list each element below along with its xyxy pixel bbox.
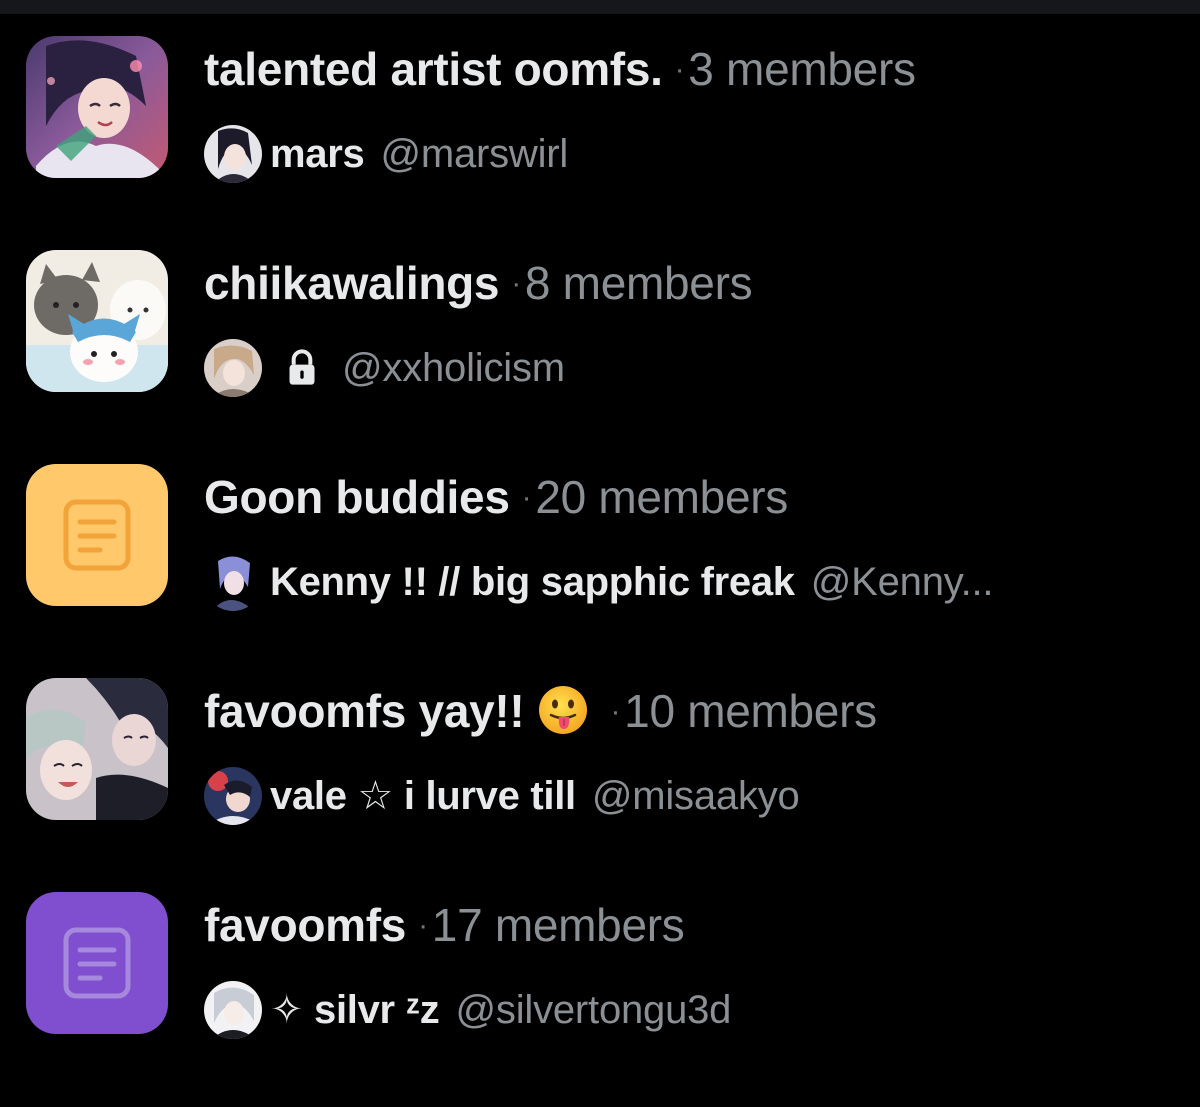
owner-name: vale ☆ i lurve till — [270, 774, 576, 818]
owner-handle: @silvertongu3d — [455, 987, 732, 1032]
list-thumbnail — [26, 250, 168, 392]
document-icon — [63, 927, 131, 999]
member-count[interactable]: 10 members — [624, 685, 877, 737]
tongue-out-face-emoji — [539, 686, 588, 734]
anime-art-thumbnail — [26, 36, 168, 178]
avatar[interactable] — [204, 125, 262, 183]
separator-dot: · — [511, 267, 521, 300]
lock-icon — [289, 349, 315, 385]
list-item[interactable]: favoomfs ·17 members ✧ silvr ᶻz @silverto… — [0, 892, 1200, 1082]
list-name[interactable]: talented artist oomfs. — [204, 43, 663, 95]
member-count[interactable]: 20 members — [535, 471, 788, 523]
list-item[interactable]: favoomfs yay!! ·10 members vale ☆ i lurv… — [0, 678, 1200, 868]
list-title-line: Goon buddies ·20 members — [204, 466, 788, 535]
separator-dot: · — [674, 53, 685, 86]
list-owner[interactable]: ✧ silvr ᶻz @silvertongu3d — [204, 980, 731, 1040]
list-thumbnail — [26, 892, 168, 1034]
list-thumbnail — [26, 464, 168, 606]
separator-dot: · — [521, 481, 532, 514]
list-owner[interactable]: @xxholicism — [204, 338, 565, 398]
avatar[interactable] — [204, 339, 262, 397]
owner-handle: @Kenny... — [810, 559, 994, 604]
anime-characters-thumbnail — [26, 678, 168, 820]
list-item[interactable]: chiikawalings ·8 members @xxholicism — [0, 250, 1200, 440]
separator-dot: · — [418, 909, 428, 942]
member-count[interactable]: 8 members — [525, 257, 753, 309]
owner-name: mars — [270, 131, 365, 176]
owner-name: Kenny !! // big sapphic freak — [270, 559, 795, 604]
list-name[interactable]: favoomfs yay!! — [204, 685, 525, 737]
list-title-line: favoomfs ·17 members — [204, 894, 685, 963]
member-count[interactable]: 3 members — [688, 43, 916, 95]
top-edge-bar — [0, 0, 1200, 14]
list-title-line: favoomfs yay!! ·10 members — [204, 680, 877, 749]
separator-dot: · — [610, 695, 621, 728]
list-thumbnail — [26, 36, 168, 178]
list-thumbnail — [26, 678, 168, 820]
plush-toys-thumbnail — [26, 250, 168, 392]
list-owner[interactable]: mars @marswirl — [204, 124, 568, 184]
list-item[interactable]: Goon buddies ·20 members Kenny !! // big … — [0, 464, 1200, 654]
avatar[interactable] — [204, 553, 262, 611]
list-owner[interactable]: Kenny !! // big sapphic freak @Kenny... — [204, 552, 994, 612]
owner-handle: @marswirl — [380, 131, 569, 176]
document-icon — [63, 499, 131, 571]
list-item[interactable]: talented artist oomfs. ·3 members mars @m… — [0, 36, 1200, 226]
list-name[interactable]: Goon buddies — [204, 471, 510, 523]
list-title-line: talented artist oomfs. ·3 members — [204, 38, 916, 107]
list-title-line: chiikawalings ·8 members — [204, 252, 753, 321]
list-name[interactable]: chiikawalings — [204, 257, 500, 309]
member-count[interactable]: 17 members — [432, 899, 685, 951]
owner-name: ✧ silvr ᶻz — [270, 988, 440, 1032]
owner-handle: @misaakyo — [591, 773, 800, 818]
avatar[interactable] — [204, 767, 262, 825]
avatar[interactable] — [204, 981, 262, 1039]
list-owner[interactable]: vale ☆ i lurve till @misaakyo — [204, 766, 800, 826]
list-name[interactable]: favoomfs — [204, 899, 406, 951]
owner-handle: @xxholicism — [342, 345, 565, 390]
